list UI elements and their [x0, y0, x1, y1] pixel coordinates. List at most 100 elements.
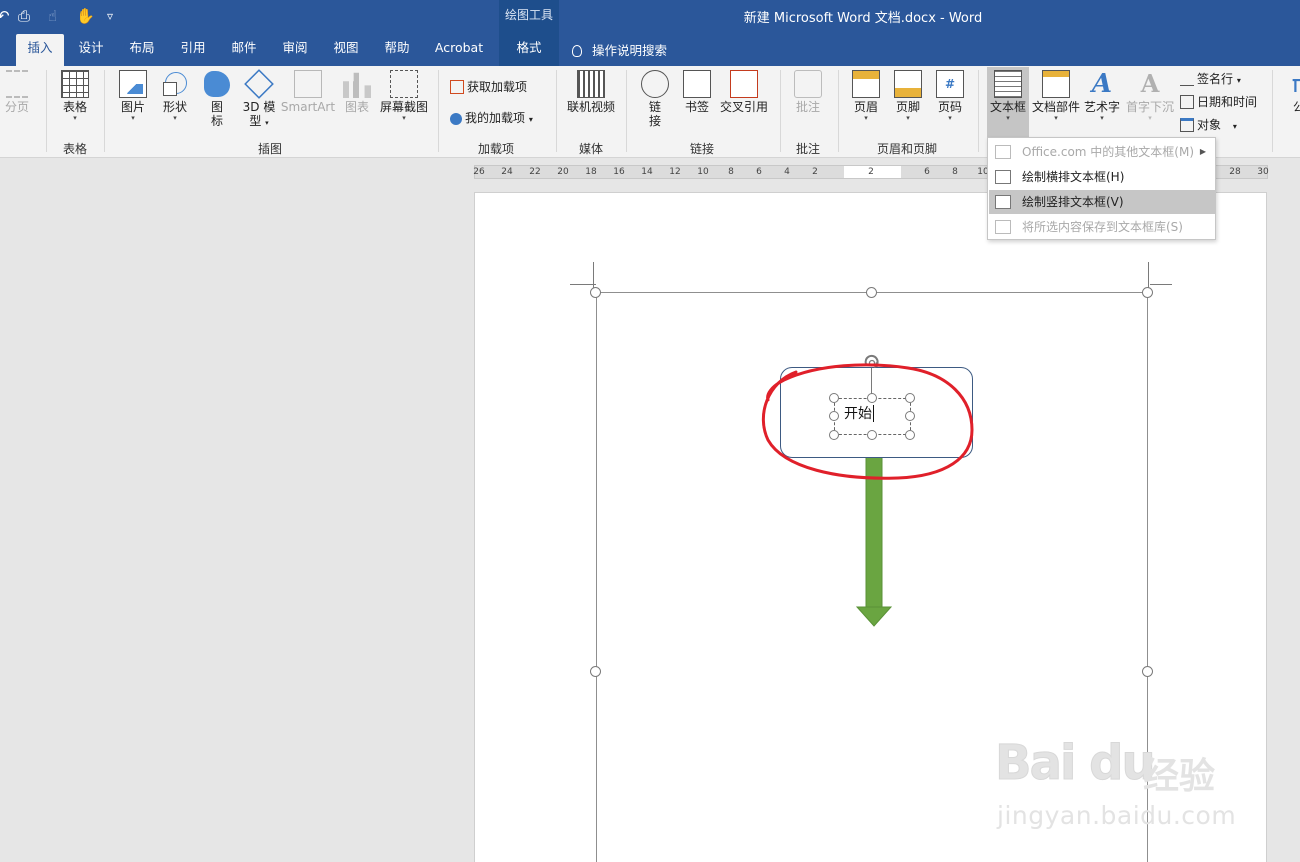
- canvas-resize-handle[interactable]: [1142, 666, 1153, 677]
- crop-mark: [1148, 262, 1149, 288]
- tab-insert[interactable]: 插入: [16, 34, 64, 66]
- ruler-tick-label: 10: [697, 167, 709, 177]
- office-textbox-icon: [995, 145, 1011, 159]
- icons-label: 图: [210, 100, 223, 114]
- watermark-cn-text: 经验: [1143, 756, 1216, 797]
- tab-acrobat[interactable]: Acrobat: [427, 34, 491, 66]
- text-box-dropdown-menu: Office.com 中的其他文本框(M) ▶ 绘制横排文本框(H) 绘制竖排文…: [987, 137, 1216, 240]
- chart-icon: [343, 72, 371, 98]
- tell-me-search[interactable]: 操作说明搜索: [572, 40, 667, 59]
- online-video-button[interactable]: 联机视频: [564, 70, 618, 114]
- wordart-icon: A: [1091, 69, 1113, 99]
- text-box-button[interactable]: 文本框 ▾: [987, 67, 1029, 137]
- shapes-icon: [161, 70, 189, 98]
- cross-reference-icon: [730, 70, 758, 98]
- chart-button[interactable]: 图表: [340, 70, 374, 114]
- tab-help[interactable]: 帮助: [376, 34, 418, 66]
- wordart-button[interactable]: A 艺术字 ▾: [1082, 70, 1122, 122]
- equation-label: 公: [1292, 100, 1300, 114]
- shapes-button[interactable]: 形状 ▾: [156, 70, 194, 122]
- page-break-button[interactable]: 分页: [0, 70, 34, 114]
- footer-icon: [894, 70, 922, 98]
- bookmark-button[interactable]: 书签: [678, 70, 716, 114]
- drop-cap-label: 首字下沉: [1125, 100, 1174, 114]
- canvas-resize-handle[interactable]: [590, 287, 601, 298]
- comment-button[interactable]: 批注: [788, 70, 828, 114]
- video-icon: [577, 70, 605, 98]
- link-label-line2: 接: [648, 114, 661, 128]
- ruler-tick-label: 2: [868, 167, 874, 177]
- bookmark-icon: [683, 70, 711, 98]
- menu-item-draw-vertical-textbox[interactable]: 绘制竖排文本框(V): [989, 190, 1216, 214]
- icons-button[interactable]: 图 标: [200, 70, 234, 128]
- lightbulb-icon: [572, 45, 582, 57]
- canvas-resize-handle[interactable]: [866, 287, 877, 298]
- pictures-label: 图片: [120, 100, 145, 114]
- tab-layout[interactable]: 布局: [121, 34, 163, 66]
- horizontal-textbox-icon: [995, 170, 1011, 184]
- equation-button[interactable]: π 公: [1284, 70, 1300, 114]
- link-button[interactable]: 链 接: [636, 70, 674, 128]
- drop-cap-button[interactable]: A 首字下沉 ▾: [1124, 70, 1176, 123]
- tab-references[interactable]: 引用: [172, 34, 214, 66]
- page-number-button[interactable]: # 页码 ▾: [930, 70, 970, 122]
- object-button[interactable]: 对象 ▾: [1180, 116, 1237, 133]
- text-box-label: 文本框: [989, 100, 1026, 114]
- group-separator: [104, 70, 105, 152]
- cross-reference-label: 交叉引用: [719, 100, 768, 114]
- tab-format[interactable]: 格式: [499, 34, 559, 66]
- equation-icon: π: [1291, 70, 1300, 98]
- store-icon: [450, 80, 464, 94]
- menu-item-save-selection-to-gallery[interactable]: 将所选内容保存到文本框库(S): [989, 215, 1216, 239]
- cross-reference-button[interactable]: 交叉引用: [716, 70, 772, 114]
- menu-item-draw-horizontal-textbox[interactable]: 绘制横排文本框(H): [989, 165, 1216, 189]
- table-button[interactable]: 表格 ▾: [56, 70, 94, 122]
- page-break-label: 分页: [4, 100, 29, 114]
- chevron-down-icon: ▾: [864, 114, 868, 122]
- chevron-down-icon: ▾: [528, 115, 533, 124]
- addins-icon: [450, 113, 462, 125]
- footer-button[interactable]: 页脚 ▾: [888, 70, 928, 122]
- group-label-media: 媒体: [578, 142, 603, 156]
- ruler-tick-label: 30: [1257, 167, 1269, 177]
- group-label-links: 链接: [689, 142, 714, 156]
- ruler-tick-label: 24: [501, 167, 513, 177]
- tab-design[interactable]: 设计: [70, 34, 112, 66]
- object-label: 对象: [1197, 118, 1222, 132]
- date-time-button[interactable]: 日期和时间: [1180, 93, 1257, 110]
- watermark-logo: Bai du: [995, 735, 1157, 792]
- get-addins-label: 获取加载项: [467, 80, 528, 94]
- tab-review[interactable]: 审阅: [274, 34, 316, 66]
- tab-view[interactable]: 视图: [325, 34, 367, 66]
- signature-line-button[interactable]: 签名行 ▾: [1180, 70, 1241, 87]
- my-addins-button[interactable]: 我的加载项 ▾: [450, 109, 533, 126]
- header-button[interactable]: 页眉 ▾: [846, 70, 886, 122]
- link-label: 链: [648, 100, 661, 114]
- icons-label-line2: 标: [210, 114, 223, 128]
- canvas-resize-handle[interactable]: [1142, 287, 1153, 298]
- text-box-icon: [994, 70, 1022, 98]
- menu-item-more-office-textboxes[interactable]: Office.com 中的其他文本框(M) ▶: [989, 140, 1216, 164]
- ruler-tick-label: 26: [473, 167, 485, 177]
- screenshot-button[interactable]: 屏幕截图 ▾: [378, 70, 430, 122]
- object-icon: [1180, 118, 1194, 132]
- pictures-button[interactable]: 图片 ▾: [114, 70, 152, 122]
- get-addins-button[interactable]: 获取加载项: [450, 78, 527, 95]
- chevron-down-icon: ▾: [402, 114, 406, 122]
- smartart-button[interactable]: SmartArt: [280, 70, 336, 114]
- group-separator: [46, 70, 47, 152]
- chart-label: 图表: [344, 100, 369, 114]
- canvas-resize-handle[interactable]: [590, 666, 601, 677]
- menu-item-label: Office.com 中的其他文本框(M): [1022, 145, 1195, 159]
- picture-icon: [119, 70, 147, 98]
- submenu-arrow-icon: ▶: [1199, 147, 1206, 156]
- my-addins-label: 我的加载项: [465, 111, 526, 125]
- tab-mailings[interactable]: 邮件: [223, 34, 265, 66]
- 3d-models-button[interactable]: 3D 模 型 ▾: [238, 69, 280, 130]
- crop-mark: [593, 262, 594, 288]
- vertical-textbox-icon: [995, 195, 1011, 209]
- calendar-icon: [1180, 95, 1194, 109]
- ruler-tick-label: 18: [585, 167, 597, 177]
- page-number-icon: #: [936, 70, 964, 98]
- quick-parts-button[interactable]: 文档部件 ▾: [1030, 70, 1082, 122]
